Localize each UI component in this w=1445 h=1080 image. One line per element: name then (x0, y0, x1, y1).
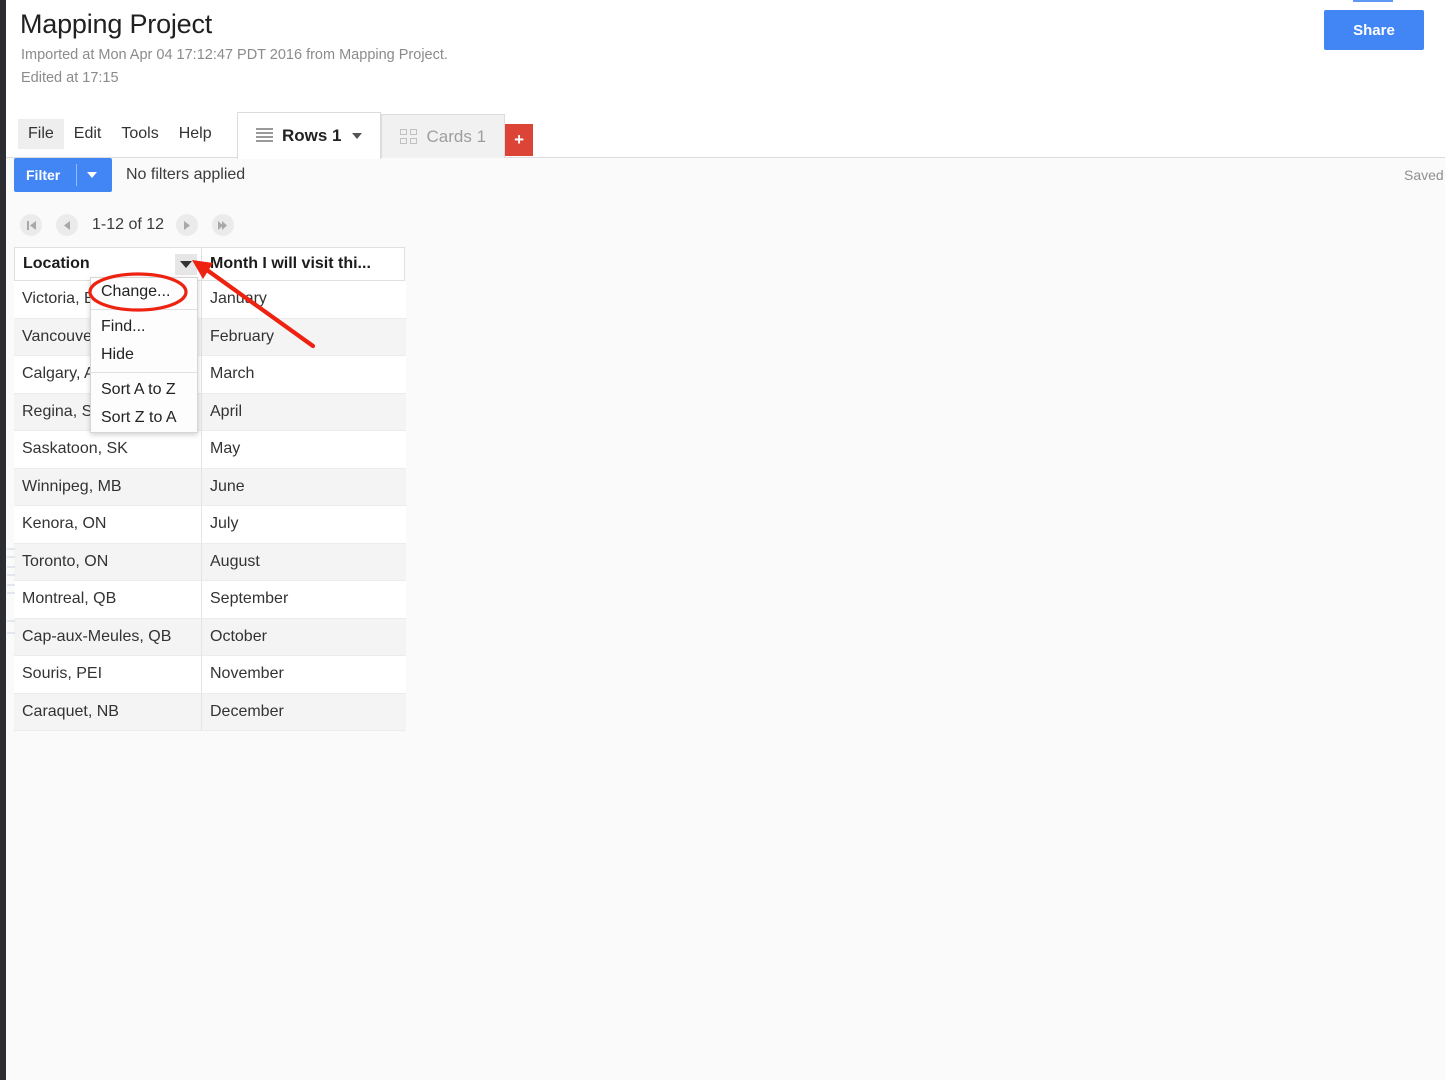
cell-location[interactable]: Toronto, ON (14, 544, 202, 582)
context-menu-item-sort-asc[interactable]: Sort A to Z (91, 376, 197, 404)
column-header-month-label: Month I will visit thi... (210, 255, 371, 273)
cell-month[interactable]: June (202, 469, 406, 507)
share-button-overflow-artifact (1353, 0, 1393, 2)
tab-rows-label: Rows 1 (282, 126, 342, 146)
tab-rows-1[interactable]: Rows 1 (237, 112, 381, 159)
app-root: Mapping Project Imported at Mon Apr 04 1… (0, 0, 1445, 1080)
cell-month[interactable]: January (202, 281, 406, 319)
app-menubar: File Edit Tools Help (18, 119, 222, 149)
document-header: Mapping Project Imported at Mon Apr 04 1… (0, 0, 1445, 112)
left-gutter-artifacts (6, 0, 16, 1080)
menu-item-file[interactable]: File (18, 119, 64, 149)
context-menu-item-hide[interactable]: Hide (91, 341, 197, 369)
left-edge-rail (0, 0, 6, 1080)
filter-button-label: Filter (26, 167, 60, 183)
cell-month[interactable]: April (202, 394, 406, 432)
cell-month[interactable]: September (202, 581, 406, 619)
cell-location[interactable]: Saskatoon, SK (14, 431, 202, 469)
pagination-controls: 1-12 of 12 (20, 210, 248, 240)
cell-location[interactable]: Winnipeg, MB (14, 469, 202, 507)
cell-month[interactable]: November (202, 656, 406, 694)
chevron-down-icon[interactable] (87, 172, 97, 178)
cell-month[interactable]: August (202, 544, 406, 582)
filter-button[interactable]: Filter (14, 158, 112, 192)
tab-cards-label: Cards 1 (427, 127, 487, 147)
cell-month[interactable]: February (202, 319, 406, 357)
table-row[interactable]: Winnipeg, MBJune (14, 469, 406, 507)
filter-button-divider (76, 164, 77, 186)
menu-item-help[interactable]: Help (169, 119, 222, 149)
last-page-icon[interactable] (212, 214, 234, 236)
table-row[interactable]: Caraquet, NBDecember (14, 694, 406, 732)
cell-month[interactable]: July (202, 506, 406, 544)
column-context-menu: Change... Find... Hide Sort A to Z Sort … (90, 277, 198, 433)
table-row[interactable]: Cap-aux-Meules, QBOctober (14, 619, 406, 657)
menu-item-edit[interactable]: Edit (64, 119, 112, 149)
cell-month[interactable]: December (202, 694, 406, 732)
rows-icon (256, 128, 273, 144)
column-header-location-label: Location (23, 255, 90, 273)
cell-location[interactable]: Montreal, QB (14, 581, 202, 619)
data-table: Location Month I will visit thi... Victo… (14, 247, 406, 731)
cell-month[interactable]: March (202, 356, 406, 394)
context-menu-item-change[interactable]: Change... (91, 278, 197, 306)
table-row[interactable]: Regina, SKApril (14, 394, 406, 432)
table-row[interactable]: Toronto, ONAugust (14, 544, 406, 582)
context-menu-divider (91, 309, 197, 310)
filter-bar: Filter No filters applied Saved (0, 158, 1445, 198)
edited-info: Edited at 17:15 (21, 70, 119, 86)
table-row[interactable]: Saskatoon, SKMay (14, 431, 406, 469)
column-header-month[interactable]: Month I will visit thi... (201, 247, 405, 281)
caret-down-icon (180, 261, 192, 268)
table-header-row: Location Month I will visit thi... (14, 247, 406, 281)
saved-status: Saved (1404, 167, 1444, 183)
context-menu-item-find[interactable]: Find... (91, 313, 197, 341)
add-view-button[interactable]: + (505, 124, 533, 156)
filter-status-text: No filters applied (126, 166, 245, 184)
column-header-dropdown-caret[interactable] (175, 254, 197, 275)
table-row[interactable]: Calgary, ABMarch (14, 356, 406, 394)
cell-location[interactable]: Caraquet, NB (14, 694, 202, 732)
context-menu-divider (91, 372, 197, 373)
page-title: Mapping Project (20, 9, 212, 40)
column-header-location[interactable]: Location (14, 247, 202, 281)
tab-cards-1[interactable]: Cards 1 (381, 114, 506, 158)
previous-page-icon[interactable] (56, 214, 78, 236)
first-page-icon[interactable] (20, 214, 42, 236)
table-row[interactable]: Vancouver, BCFebruary (14, 319, 406, 357)
pagination-range-label: 1-12 of 12 (92, 216, 164, 234)
cell-month[interactable]: May (202, 431, 406, 469)
table-row[interactable]: Kenora, ONJuly (14, 506, 406, 544)
cell-location[interactable]: Souris, PEI (14, 656, 202, 694)
view-tabs: Rows 1 Cards 1 + (237, 112, 533, 158)
table-row[interactable]: Montreal, QBSeptember (14, 581, 406, 619)
next-page-icon[interactable] (176, 214, 198, 236)
cell-location[interactable]: Kenora, ON (14, 506, 202, 544)
chevron-down-icon[interactable] (352, 133, 362, 139)
cards-icon (400, 129, 418, 145)
context-menu-item-sort-desc[interactable]: Sort Z to A (91, 404, 197, 432)
menu-and-tab-bar: File Edit Tools Help Rows 1 Cards (0, 112, 1445, 158)
menu-item-tools[interactable]: Tools (111, 119, 168, 149)
cell-month[interactable]: October (202, 619, 406, 657)
imported-info: Imported at Mon Apr 04 17:12:47 PDT 2016… (21, 47, 448, 63)
cell-location[interactable]: Cap-aux-Meules, QB (14, 619, 202, 657)
table-row[interactable]: Souris, PEINovember (14, 656, 406, 694)
share-button[interactable]: Share (1324, 10, 1424, 50)
table-row[interactable]: Victoria, BCJanuary (14, 281, 406, 319)
